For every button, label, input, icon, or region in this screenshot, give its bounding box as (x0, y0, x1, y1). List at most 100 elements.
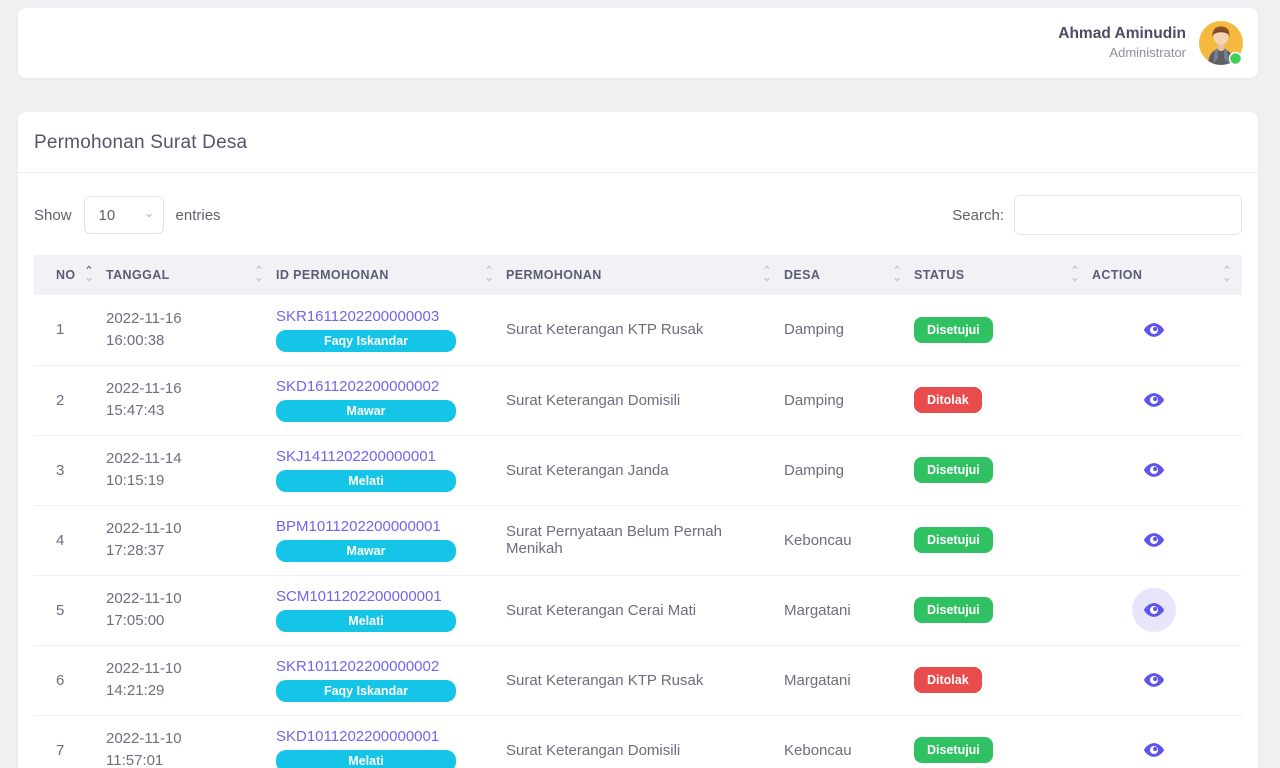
row-number: 7 (34, 715, 104, 768)
column-header-label: PERMOHONAN (506, 268, 602, 282)
user-name: Ahmad Aminudin (1058, 24, 1186, 44)
column-header-label: DESA (784, 268, 820, 282)
column-header-no[interactable]: NO ⌃⌄ (34, 255, 104, 295)
time-text: 11:57:01 (106, 750, 266, 768)
column-header-action[interactable]: ACTION⌃⌄ (1090, 255, 1242, 295)
column-header-id-permohonan[interactable]: ID PERMOHONAN⌃⌄ (274, 255, 504, 295)
row-number: 1 (34, 295, 104, 365)
table-row: 7 2022-11-10 11:57:01 SKD101120220000000… (34, 715, 1242, 768)
applicant-badge: Melati (276, 750, 456, 768)
column-header-label: TANGGAL (106, 268, 170, 282)
applicant-badge: Faqy Iskandar (276, 330, 456, 352)
permohonan-cell: Surat Keterangan Janda (504, 435, 782, 505)
desa-cell: Margatani (782, 575, 912, 645)
table-row: 1 2022-11-16 16:00:38 SKR161120220000000… (34, 295, 1242, 365)
column-header-label: NO (56, 268, 76, 282)
view-action-button[interactable] (1132, 518, 1176, 562)
tanggal-cell: 2022-11-16 15:47:43 (104, 365, 274, 435)
time-text: 17:05:00 (106, 610, 266, 632)
desa-cell: Keboncau (782, 505, 912, 575)
view-action-button[interactable] (1132, 728, 1176, 768)
action-cell (1090, 645, 1242, 715)
action-cell (1090, 365, 1242, 435)
eye-icon (1143, 459, 1165, 481)
permohonan-cell: Surat Keterangan Domisili (504, 365, 782, 435)
column-header-permohonan[interactable]: PERMOHONAN⌃⌄ (504, 255, 782, 295)
permohonan-id-link[interactable]: BPM1011202200000001 (276, 518, 441, 535)
user-meta: Ahmad Aminudin Administrator (1058, 24, 1186, 62)
tanggal-cell: 2022-11-14 10:15:19 (104, 435, 274, 505)
time-text: 16:00:38 (106, 330, 266, 352)
entries-label: entries (176, 207, 221, 224)
search-input[interactable] (1014, 195, 1242, 235)
applicant-badge: Faqy Iskandar (276, 680, 456, 702)
date-text: 2022-11-10 (106, 728, 266, 750)
sort-chevrons-icon: ⌃⌄ (1070, 268, 1080, 282)
status-cell: Disetujui (912, 435, 1090, 505)
column-header-status[interactable]: STATUS ⌃⌄ (912, 255, 1090, 295)
permohonan-id-link[interactable]: SCM1011202200000001 (276, 588, 442, 605)
sort-chevrons-icon: ⌃⌄ (484, 268, 494, 282)
applicant-badge: Mawar (276, 400, 456, 422)
table-controls: Show 10 ⌄ entries Search: (18, 173, 1258, 255)
eye-icon (1143, 669, 1165, 691)
applicant-badge: Melati (276, 470, 456, 492)
topbar: Ahmad Aminudin Administrator (18, 8, 1258, 78)
id-permohonan-cell: BPM1011202200000001 Mawar (274, 505, 504, 575)
row-number: 4 (34, 505, 104, 575)
permohonan-id-link[interactable]: SKR1011202200000002 (276, 658, 439, 675)
status-badge: Ditolak (914, 667, 982, 693)
desa-cell: Damping (782, 295, 912, 365)
eye-icon (1143, 529, 1165, 551)
time-text: 10:15:19 (106, 470, 266, 492)
permohonan-id-link[interactable]: SKR1611202200000003 (276, 308, 439, 325)
column-header-label: STATUS (914, 268, 965, 282)
tanggal-cell: 2022-11-10 17:05:00 (104, 575, 274, 645)
row-number: 2 (34, 365, 104, 435)
column-header-desa[interactable]: DESA ⌃⌄ (782, 255, 912, 295)
user-role: Administrator (1058, 44, 1186, 62)
view-action-button[interactable] (1132, 448, 1176, 492)
column-header-tanggal[interactable]: TANGGAL⌃⌄ (104, 255, 274, 295)
view-action-button[interactable] (1132, 588, 1176, 632)
sort-chevrons-icon: ⌃⌄ (892, 268, 902, 282)
sort-chevrons-icon: ⌃⌄ (84, 268, 94, 282)
table-row: 4 2022-11-10 17:28:37 BPM101120220000000… (34, 505, 1242, 575)
user-avatar[interactable] (1198, 20, 1244, 66)
view-action-button[interactable] (1132, 308, 1176, 352)
action-cell (1090, 505, 1242, 575)
permohonan-id-link[interactable]: SKJ1411202200000001 (276, 448, 436, 465)
permohonan-table: NO⌃⌄TANGGAL⌃⌄ID PERMOHONAN⌃⌄PERMOHONAN⌃⌄… (34, 255, 1242, 768)
table-row: 6 2022-11-10 14:21:29 SKR101120220000000… (34, 645, 1242, 715)
date-text: 2022-11-10 (106, 658, 266, 680)
view-action-button[interactable] (1132, 378, 1176, 422)
action-cell (1090, 435, 1242, 505)
action-cell (1090, 295, 1242, 365)
tanggal-cell: 2022-11-10 11:57:01 (104, 715, 274, 768)
eye-icon (1143, 319, 1165, 341)
applicant-badge: Mawar (276, 540, 456, 562)
status-badge: Disetujui (914, 527, 993, 553)
permohonan-id-link[interactable]: SKD1011202200000001 (276, 728, 439, 745)
status-cell: Ditolak (912, 365, 1090, 435)
status-cell: Disetujui (912, 715, 1090, 768)
permohonan-id-link[interactable]: SKD1611202200000002 (276, 378, 439, 395)
date-text: 2022-11-10 (106, 518, 266, 540)
action-cell (1090, 575, 1242, 645)
page-length-select[interactable]: 10 (84, 196, 164, 234)
status-cell: Disetujui (912, 295, 1090, 365)
status-badge: Disetujui (914, 457, 993, 483)
id-permohonan-cell: SCM1011202200000001 Melati (274, 575, 504, 645)
page-length-select-wrap: 10 ⌄ (84, 196, 164, 234)
sort-chevrons-icon: ⌃⌄ (1222, 268, 1232, 282)
permohonan-cell: Surat Keterangan KTP Rusak (504, 295, 782, 365)
show-label: Show (34, 207, 72, 224)
card-header: Permohonan Surat Desa (18, 112, 1258, 173)
view-action-button[interactable] (1132, 658, 1176, 702)
eye-icon (1143, 389, 1165, 411)
date-text: 2022-11-16 (106, 378, 266, 400)
permohonan-cell: Surat Keterangan KTP Rusak (504, 645, 782, 715)
id-permohonan-cell: SKR1611202200000003 Faqy Iskandar (274, 295, 504, 365)
eye-icon (1143, 599, 1165, 621)
table-body: 1 2022-11-16 16:00:38 SKR161120220000000… (34, 295, 1242, 768)
